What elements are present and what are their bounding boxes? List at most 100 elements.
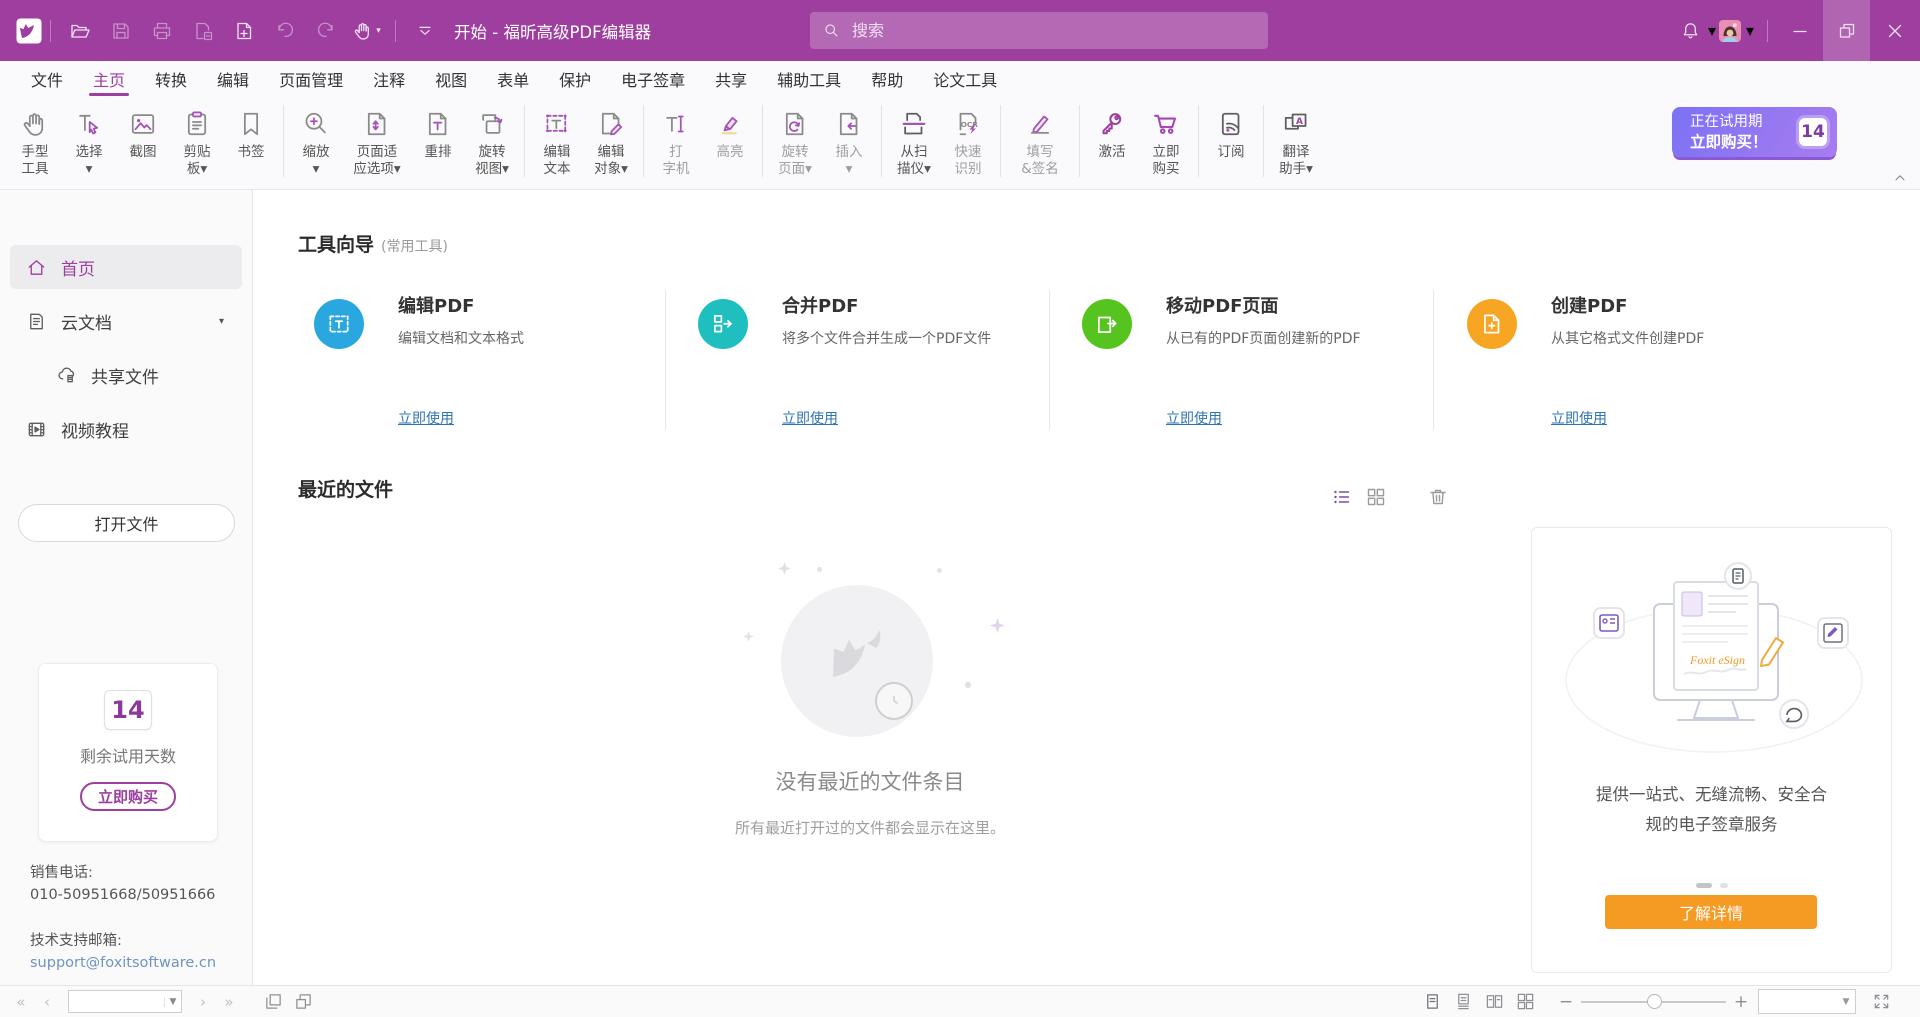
- titlebar-hand-tool-button[interactable]: ▾: [346, 10, 387, 51]
- learn-more-button[interactable]: 了解详情: [1605, 895, 1817, 929]
- ribbon-tool-select[interactable]: 选择▾: [62, 101, 116, 178]
- sidebar-item-cloud-docs[interactable]: 云文档▾: [10, 299, 242, 343]
- page-list-caret-icon[interactable]: ▼: [164, 997, 181, 1007]
- prev-page-button[interactable]: ‹: [34, 993, 60, 1011]
- menu-item-esign[interactable]: 电子签章: [606, 61, 700, 96]
- close-button[interactable]: [1870, 0, 1920, 61]
- trial-caption: 剩余试用天数: [80, 743, 176, 767]
- menu-item-comment[interactable]: 注释: [358, 61, 420, 96]
- ribbon-tool-reflow[interactable]: 重排: [411, 101, 465, 161]
- zoom-out-button[interactable]: −: [1555, 992, 1577, 1012]
- last-page-button[interactable]: »: [216, 993, 242, 1011]
- menu-item-help[interactable]: 帮助: [856, 61, 918, 96]
- restore-button[interactable]: [1823, 0, 1870, 61]
- titlebar-save-button[interactable]: [100, 10, 141, 51]
- notifications-bell-icon[interactable]: [1675, 16, 1705, 46]
- view-facing-continuous-button[interactable]: [1510, 989, 1541, 1015]
- menu-item-paper-tools[interactable]: 论文工具: [918, 61, 1012, 96]
- zoom-in-button[interactable]: +: [1730, 992, 1752, 1012]
- bell-caret-icon[interactable]: ▾: [1705, 10, 1719, 51]
- ribbon-tool-ocr[interactable]: OCR快速识别: [941, 101, 995, 178]
- dot[interactable]: [1720, 883, 1728, 888]
- ribbon-tool-subscribe[interactable]: 订阅: [1204, 101, 1258, 161]
- collapse-toolbar-icon[interactable]: [410, 16, 440, 46]
- account-caret-icon[interactable]: ▾: [1741, 10, 1759, 51]
- titlebar-undo-button[interactable]: [264, 10, 305, 51]
- zoom-level-input[interactable]: [1759, 994, 1837, 1009]
- ribbon-tool-zoom[interactable]: 缩放▾: [289, 101, 343, 178]
- titlebar-export-page-button[interactable]: [182, 10, 223, 51]
- collapse-ribbon-button[interactable]: [1890, 170, 1910, 186]
- zoom-slider[interactable]: [1581, 994, 1726, 1010]
- use-now-link[interactable]: 立即使用: [398, 408, 454, 428]
- search-box[interactable]: [810, 12, 1268, 49]
- ribbon-tool-typewriter[interactable]: 打字机: [649, 101, 703, 178]
- menu-item-edit[interactable]: 编辑: [202, 61, 264, 96]
- ribbon-tool-activate[interactable]: 激活: [1085, 101, 1139, 161]
- support-email-link[interactable]: support@foxitsoftware.cn: [30, 952, 216, 974]
- sidebar-item-shared-files[interactable]: 共享文件: [10, 353, 242, 397]
- buy-now-button[interactable]: 立即购买: [80, 782, 176, 811]
- zoom-level-caret-icon[interactable]: ▼: [1837, 997, 1855, 1007]
- minimize-button[interactable]: [1776, 0, 1823, 61]
- ribbon-tool-translate[interactable]: A翻译助手▾: [1269, 101, 1323, 178]
- ribbon-tool-label: 激活: [1099, 144, 1126, 161]
- fullscreen-button[interactable]: [1866, 989, 1896, 1015]
- avatar[interactable]: [1719, 20, 1741, 42]
- next-page-button[interactable]: ›: [190, 993, 216, 1011]
- menu-item-convert[interactable]: 转换: [140, 61, 202, 96]
- grid-view-button[interactable]: [1359, 484, 1393, 510]
- list-view-button[interactable]: [1325, 484, 1359, 510]
- view-facing-button[interactable]: [1479, 989, 1510, 1015]
- sidebar-item-video-tutorials[interactable]: 视频教程: [10, 407, 242, 451]
- titlebar-open-file-button[interactable]: [59, 10, 100, 51]
- ribbon-tool-fill-sign[interactable]: 填写&签名: [1006, 101, 1074, 178]
- ribbon-tool-rotate-view[interactable]: 旋转视图▾: [465, 101, 519, 178]
- ribbon-tool-screenshot[interactable]: 截图: [116, 101, 170, 161]
- page-number-input[interactable]: [69, 994, 164, 1009]
- clock-icon: [875, 682, 913, 720]
- clear-recent-trash-button[interactable]: [1421, 484, 1455, 510]
- menu-item-view[interactable]: 视图: [420, 61, 482, 96]
- menu-item-home[interactable]: 主页: [78, 61, 140, 96]
- sidebar-item-home[interactable]: 首页: [10, 245, 242, 289]
- titlebar-redo-button[interactable]: [305, 10, 346, 51]
- menu-item-protect[interactable]: 保护: [544, 61, 606, 96]
- ribbon-tool-fit-page[interactable]: 页面适应选项▾: [343, 101, 411, 178]
- menu-item-page-manage[interactable]: 页面管理: [264, 61, 358, 96]
- first-page-button[interactable]: «: [8, 993, 34, 1011]
- menu-item-share[interactable]: 共享: [700, 61, 762, 96]
- cart-icon: [1151, 104, 1181, 144]
- dot-active[interactable]: [1696, 883, 1712, 888]
- ribbon-tool-edit-text[interactable]: 编辑文本: [530, 101, 584, 178]
- ribbon-tool-edit-object[interactable]: 编辑对象▾: [584, 101, 638, 178]
- chevron-down-icon[interactable]: ▾: [219, 316, 224, 327]
- snapshot-page-icon[interactable]: [258, 989, 288, 1015]
- ribbon-tool-label: 填写&签名: [1021, 144, 1059, 178]
- ribbon-tool-cart[interactable]: 立即购买: [1139, 101, 1193, 178]
- menu-item-file[interactable]: 文件: [16, 61, 78, 96]
- view-single-page-button[interactable]: [1417, 989, 1448, 1015]
- ribbon-tool-scanner[interactable]: 从扫描仪▾: [887, 101, 941, 178]
- use-now-link[interactable]: 立即使用: [782, 408, 838, 428]
- ribbon-tool-highlight[interactable]: 高亮: [703, 101, 757, 161]
- zoom-slider-knob[interactable]: [1647, 994, 1662, 1009]
- ribbon-tool-clipboard[interactable]: 剪贴板▾: [170, 101, 224, 178]
- snapshot-pages-icon[interactable]: [288, 989, 318, 1015]
- dropdown-caret-icon[interactable]: ▾: [376, 26, 381, 36]
- search-input[interactable]: [850, 20, 1214, 41]
- titlebar-print-button[interactable]: [141, 10, 182, 51]
- menu-item-form[interactable]: 表单: [482, 61, 544, 96]
- ribbon-tool-bookmark[interactable]: 书签: [224, 101, 278, 161]
- titlebar-add-page-button[interactable]: [223, 10, 264, 51]
- use-now-link[interactable]: 立即使用: [1551, 408, 1607, 428]
- ribbon-tool-hand[interactable]: 手型工具: [8, 101, 62, 178]
- menu-item-accessibility[interactable]: 辅助工具: [762, 61, 856, 96]
- trial-purchase-badge[interactable]: 正在试用期 立即购买！ 14: [1672, 107, 1837, 157]
- view-continuous-button[interactable]: [1448, 989, 1479, 1015]
- ribbon-tool-insert-page[interactable]: 插入▾: [822, 101, 876, 178]
- open-file-button[interactable]: 打开文件: [18, 504, 235, 542]
- use-now-link[interactable]: 立即使用: [1166, 408, 1222, 428]
- ribbon-tool-rotate-page[interactable]: 旋转页面▾: [768, 101, 822, 178]
- reflow-icon: [423, 104, 453, 144]
